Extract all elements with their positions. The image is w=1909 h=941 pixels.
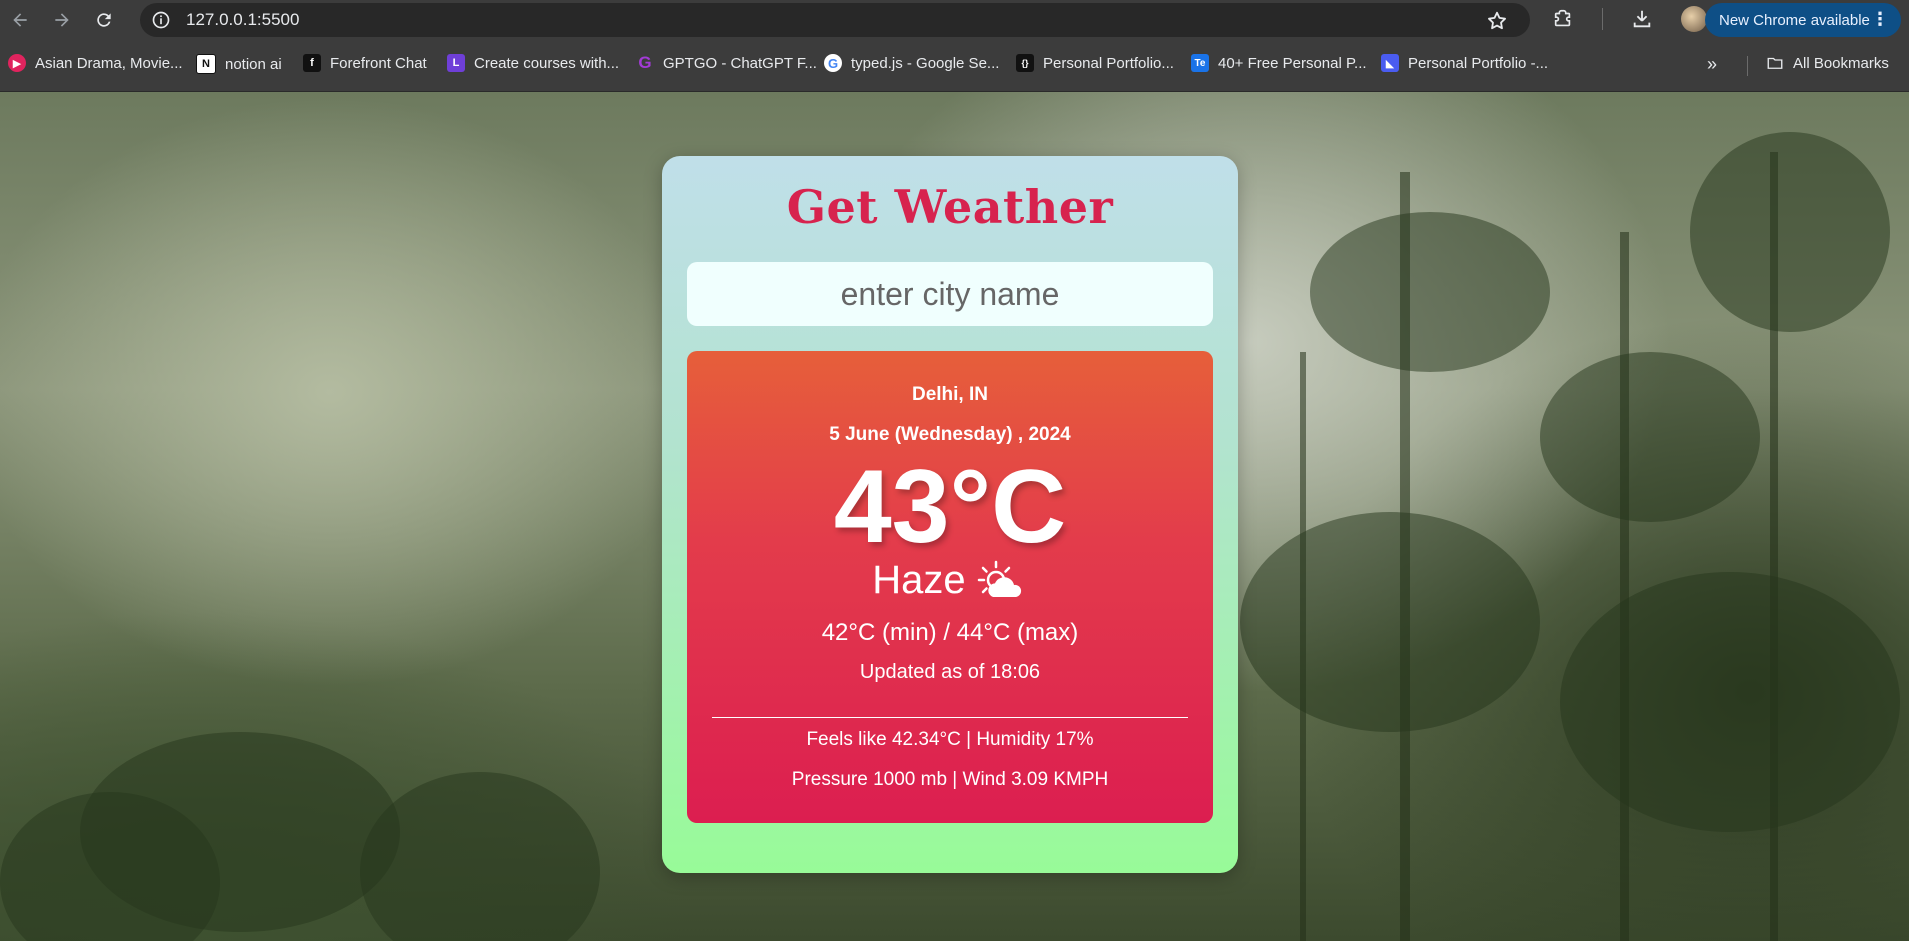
city-name: Delhi, IN [911, 384, 988, 405]
bookmark-star-icon[interactable] [1486, 10, 1508, 37]
bookmark-item[interactable]: N notion ai [196, 54, 282, 74]
code-icon: {} [1016, 54, 1034, 72]
bookmark-label: notion ai [225, 55, 282, 73]
url-text: 127.0.0.1:5500 [186, 10, 300, 29]
bookmark-label: 40+ Free Personal P... [1218, 54, 1367, 72]
bookmark-item[interactable]: G GPTGO - ChatGPT F... [636, 53, 817, 72]
te-icon: Te [1191, 54, 1209, 72]
bookmark-label: GPTGO - ChatGPT F... [663, 54, 817, 72]
tree-foliage [1540, 352, 1760, 522]
folder-icon [1766, 54, 1784, 72]
feels-like-humidity: Feels like 42.34°C | Humidity 17% [806, 729, 1094, 750]
tree-foliage [1690, 132, 1890, 332]
google-icon: G [824, 54, 842, 72]
bookmark-label: Asian Drama, Movie... [35, 54, 183, 72]
sun-behind-cloud-icon [977, 560, 1021, 597]
divider-line [712, 717, 1188, 718]
bookmark-label: Personal Portfolio -... [1408, 54, 1549, 72]
bookmark-item[interactable]: L Create courses with... [447, 54, 619, 72]
browser-toolbar: 127.0.0.1:5500 New Chrome available ⋮ [0, 0, 1909, 40]
bookmark-item[interactable]: f Forefront Chat [303, 54, 427, 72]
address-bar[interactable]: 127.0.0.1:5500 [140, 3, 1530, 37]
tree-foliage [360, 772, 600, 941]
bookmark-item[interactable]: {} Personal Portfolio... [1016, 54, 1174, 72]
more-menu-icon[interactable]: ⋮ [1871, 10, 1889, 28]
bookmarks-bar: ▶ Asian Drama, Movie... N notion ai f Fo… [0, 40, 1909, 92]
download-icon[interactable] [1629, 6, 1655, 32]
updated-time: Updated as of 18:06 [859, 661, 1041, 683]
bookmark-item[interactable]: G typed.js - Google Se... [824, 54, 999, 72]
update-label: New Chrome available [1719, 11, 1870, 29]
arrow-right-icon [55, 13, 69, 27]
reload-icon [97, 13, 111, 27]
back-button[interactable] [6, 6, 34, 34]
weather-condition: Haze [872, 558, 966, 602]
weather-card: Get Weather Delhi, IN 5 June (Wednesday)… [662, 156, 1238, 873]
city-search-input[interactable] [687, 262, 1213, 326]
bookmark-item[interactable]: ▶ Asian Drama, Movie... [8, 54, 183, 72]
tree-foliage [1240, 512, 1540, 732]
tree-foliage [1310, 212, 1550, 372]
bookmark-label: typed.js - Google Se... [851, 54, 1000, 72]
site-info-icon[interactable] [150, 9, 172, 31]
play-icon: ▶ [8, 54, 26, 72]
profile-avatar[interactable] [1681, 6, 1707, 32]
tree-foliage [1560, 572, 1900, 832]
toolbar-right [1550, 6, 1707, 32]
chrome-update-button[interactable]: New Chrome available ⋮ [1705, 3, 1901, 37]
app-title: Get Weather [786, 180, 1114, 234]
l-icon: L [447, 54, 465, 72]
tree-trunk [1620, 232, 1629, 941]
bookmark-label: Forefront Chat [330, 54, 427, 72]
toolbar-divider [1602, 8, 1603, 30]
bookmark-label: Personal Portfolio... [1043, 54, 1174, 72]
forward-button[interactable] [48, 6, 76, 34]
all-bookmarks-button[interactable]: All Bookmarks [1766, 54, 1889, 72]
bookmarks-overflow-icon[interactable]: » [1707, 54, 1717, 75]
bookmark-item[interactable]: Te 40+ Free Personal P... [1191, 54, 1367, 72]
bookmarks-divider [1747, 56, 1748, 76]
pressure-wind: Pressure 1000 mb | Wind 3.09 KMPH [791, 769, 1109, 790]
forefront-icon: f [303, 54, 321, 72]
weather-result-panel: Delhi, IN 5 June (Wednesday) , 2024 43°C… [687, 351, 1213, 823]
extensions-icon[interactable] [1550, 6, 1576, 32]
bookmark-label: Create courses with... [474, 54, 620, 72]
notion-icon: N [196, 54, 216, 74]
portfolio-icon: ◣ [1381, 54, 1399, 72]
arrow-left-icon [13, 13, 27, 27]
reload-button[interactable] [90, 6, 118, 34]
min-max-temperature: 42°C (min) / 44°C (max) [821, 619, 1079, 646]
bookmark-item[interactable]: ◣ Personal Portfolio -... [1381, 54, 1548, 72]
g-icon: G [638, 53, 652, 72]
condition-row: Haze [687, 558, 1213, 603]
weather-date: 5 June (Wednesday) , 2024 [829, 424, 1071, 445]
all-bookmarks-label: All Bookmarks [1793, 54, 1889, 72]
temperature: 43°C [833, 449, 1067, 565]
